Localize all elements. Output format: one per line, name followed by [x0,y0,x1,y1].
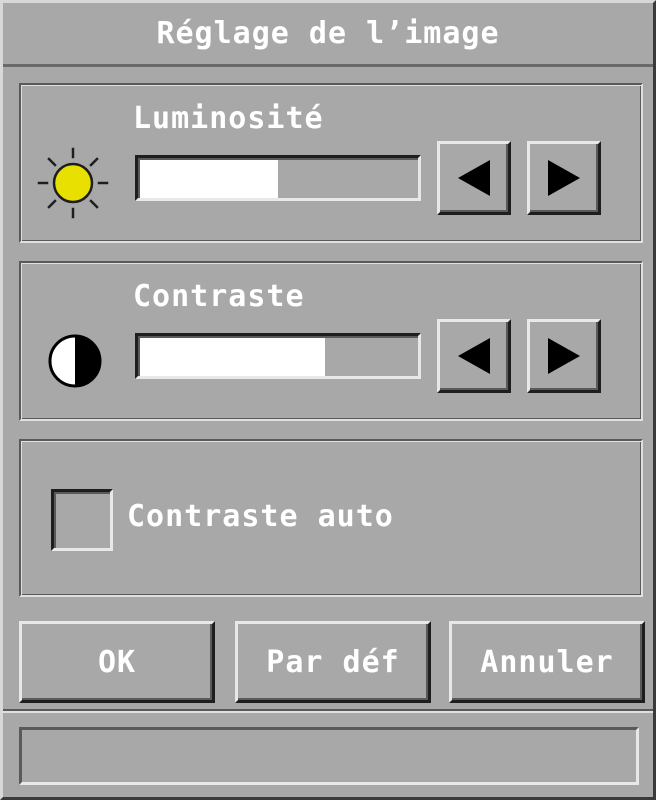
auto-contrast-label: Contraste auto [127,499,394,534]
status-bar [19,727,639,785]
cancel-button[interactable]: Annuler [449,621,645,703]
brightness-decrease-button[interactable] [437,141,511,215]
brightness-increase-button[interactable] [527,141,601,215]
contrast-decrease-button[interactable] [437,319,511,393]
contrast-panel: Contraste [19,261,643,421]
ok-button[interactable]: OK [19,621,215,703]
contrast-increase-button[interactable] [527,319,601,393]
image-settings-dialog: Réglage de l’image Luminosité Contraste … [0,0,656,800]
arrow-right-icon [542,334,586,378]
arrow-left-icon [452,156,496,200]
contrast-slider[interactable] [135,333,421,379]
brightness-label: Luminosité [133,101,324,136]
half-circle-contrast-icon [47,333,103,393]
brightness-panel: Luminosité [19,83,643,243]
separator [3,709,653,713]
dialog-title: Réglage de l’image [3,3,653,67]
sun-icon [35,145,111,225]
auto-contrast-checkbox[interactable] [51,489,113,551]
contrast-label: Contraste [133,279,305,314]
default-button[interactable]: Par déf [235,621,431,703]
contrast-slider-fill [140,338,325,376]
brightness-slider[interactable] [135,155,421,201]
brightness-slider-fill [140,160,278,198]
arrow-left-icon [452,334,496,378]
arrow-right-icon [542,156,586,200]
auto-contrast-panel: Contraste auto [19,439,643,597]
